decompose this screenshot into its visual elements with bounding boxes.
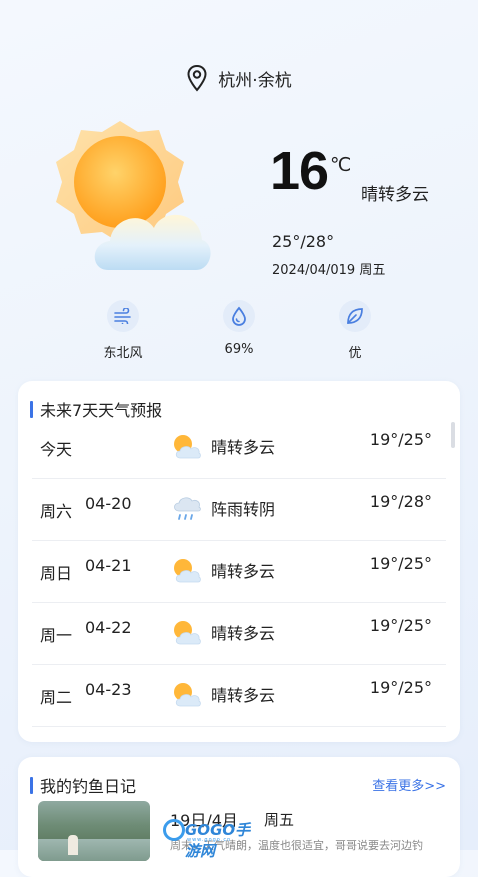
photo-angler bbox=[68, 835, 78, 855]
view-more-link[interactable]: 查看更多>> bbox=[372, 775, 446, 794]
metric-wind: 东北风 bbox=[78, 300, 168, 361]
wind-icon bbox=[107, 300, 139, 332]
leaf-air-quality-icon bbox=[339, 300, 371, 332]
forecast-condition: 晴转多云 bbox=[211, 438, 276, 457]
partly-cloudy-icon bbox=[174, 683, 201, 707]
current-date: 2024/04/019 周五 bbox=[272, 263, 386, 278]
forecast-condition: 晴转多云 bbox=[211, 562, 276, 581]
current-temperature: 16 bbox=[270, 141, 329, 201]
temperature-unit: ℃ bbox=[330, 154, 352, 176]
forecast-condition: 晴转多云 bbox=[211, 686, 276, 705]
metric-humidity-label: 69% bbox=[224, 342, 254, 357]
title-accent-bar bbox=[30, 776, 33, 794]
forecast-card: 未来7天天气预报 今天 晴转多云 19°/25° 周六 04-20 阵雨转阴 1… bbox=[18, 381, 460, 742]
current-condition: 晴转多云 bbox=[361, 185, 429, 205]
diary-title: 我的钓鱼日记 bbox=[30, 773, 136, 797]
shower-cloud-icon bbox=[174, 497, 201, 520]
forecast-row-saturday[interactable]: 周六 04-20 阵雨转阴 19°/28° bbox=[32, 478, 446, 541]
forecast-date: 04-21 bbox=[85, 556, 132, 575]
temperature-range: 25°/28° bbox=[272, 232, 335, 251]
forecast-temps: 19°/25° bbox=[369, 554, 432, 573]
forecast-date: 04-22 bbox=[85, 618, 132, 637]
forecast-row-monday[interactable]: 周一 04-22 晴转多云 19°/25° bbox=[32, 602, 446, 665]
metric-wind-label: 东北风 bbox=[103, 346, 143, 361]
location-name: 杭州·余杭 bbox=[218, 70, 292, 91]
watermark-sub: www.gogo.cn bbox=[187, 837, 232, 843]
sun-cloud-icon bbox=[56, 121, 211, 270]
forecast-row-sunday[interactable]: 周日 04-21 晴转多云 19°/25° bbox=[32, 540, 446, 603]
forecast-temps: 19°/28° bbox=[369, 492, 432, 511]
forecast-date: 04-20 bbox=[85, 494, 132, 513]
forecast-day: 周一 bbox=[40, 626, 73, 645]
diary-weekday: 周五 bbox=[264, 811, 295, 829]
diary-title-text: 我的钓鱼日记 bbox=[40, 777, 137, 796]
title-accent-bar bbox=[30, 400, 33, 418]
forecast-temps: 19°/25° bbox=[369, 430, 432, 449]
diary-photo[interactable] bbox=[38, 801, 150, 861]
forecast-scrollbar[interactable] bbox=[451, 422, 455, 448]
partly-cloudy-icon bbox=[174, 559, 201, 583]
humidity-drop-icon bbox=[223, 300, 255, 332]
location-pin-icon bbox=[187, 64, 207, 92]
metric-air-quality: 优 bbox=[310, 300, 400, 361]
forecast-day: 今天 bbox=[40, 440, 73, 459]
photo-water bbox=[38, 839, 150, 861]
forecast-condition: 阵雨转阴 bbox=[211, 500, 276, 519]
metric-humidity: 69% bbox=[194, 300, 284, 357]
watermark-ring-icon bbox=[163, 819, 185, 841]
forecast-day: 周二 bbox=[40, 688, 73, 707]
metric-air-quality-label: 优 bbox=[348, 346, 362, 361]
forecast-row-tuesday[interactable]: 周二 04-23 晴转多云 19°/25° bbox=[32, 664, 446, 727]
forecast-temps: 19°/25° bbox=[369, 616, 432, 635]
forecast-row-today[interactable]: 今天 晴转多云 19°/25° bbox=[32, 416, 446, 479]
watermark-logo: GOGO手游网 www.gogo.cn bbox=[163, 818, 259, 860]
forecast-condition: 晴转多云 bbox=[211, 624, 276, 643]
forecast-temps: 19°/25° bbox=[369, 678, 432, 697]
forecast-day: 周六 bbox=[40, 502, 73, 521]
partly-cloudy-icon bbox=[174, 621, 201, 645]
partly-cloudy-icon bbox=[174, 435, 201, 459]
forecast-date: 04-23 bbox=[85, 680, 132, 699]
location-header[interactable]: 杭州·余杭 bbox=[0, 64, 478, 92]
forecast-day: 周日 bbox=[40, 564, 73, 583]
